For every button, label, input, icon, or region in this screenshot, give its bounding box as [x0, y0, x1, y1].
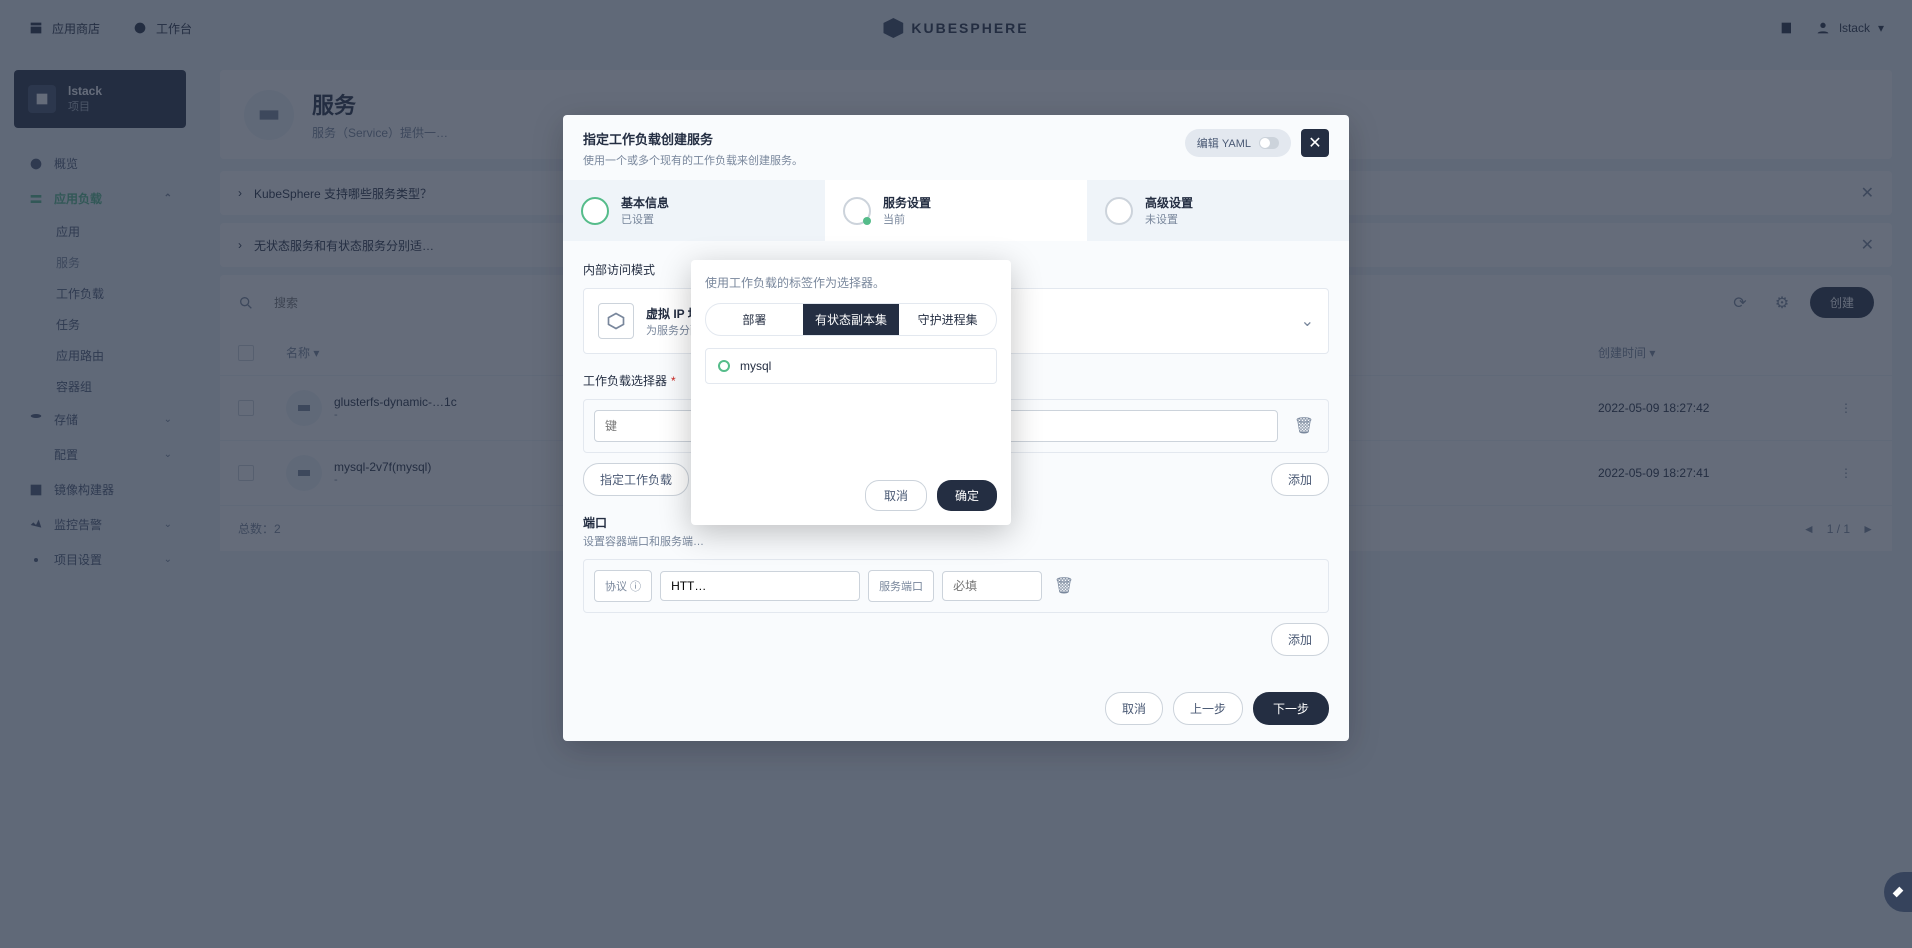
workload-type-tabs: 部署 有状态副本集 守护进程集 [705, 303, 997, 336]
tab-statefulset[interactable]: 有状态副本集 [803, 304, 900, 335]
yaml-toggle[interactable]: 编辑 YAML [1185, 129, 1291, 157]
hammer-icon [1890, 884, 1906, 900]
workload-item[interactable]: mysql [705, 348, 997, 384]
modal-title: 指定工作负载创建服务 [583, 129, 803, 148]
step-advanced[interactable]: 高级设置未设置 [1087, 180, 1349, 241]
step-icon [581, 197, 609, 225]
specify-workload-button[interactable]: 指定工作负载 [583, 463, 689, 496]
close-button[interactable]: ✕ [1301, 129, 1329, 157]
tab-daemonset[interactable]: 守护进程集 [899, 304, 996, 335]
service-port-input[interactable] [942, 571, 1042, 601]
step-icon [1105, 197, 1133, 225]
network-icon [598, 303, 634, 339]
prev-button[interactable]: 上一步 [1173, 692, 1243, 725]
workload-popover: 使用工作负载的标签作为选择器。 部署 有状态副本集 守护进程集 mysql 取消… [691, 260, 1011, 525]
wizard-steps: 基本信息已设置 服务设置当前 高级设置未设置 [563, 180, 1349, 241]
delete-icon[interactable]: 🗑 [1050, 572, 1078, 600]
popover-cancel-button[interactable]: 取消 [865, 480, 927, 511]
chevron-down-icon: ⌄ [1301, 311, 1314, 331]
protocol-label: 协议 ⓘ [594, 570, 652, 602]
port-row: 协议 ⓘ 服务端口 🗑 [583, 559, 1329, 613]
popover-hint: 使用工作负载的标签作为选择器。 [705, 274, 997, 291]
tab-deployment[interactable]: 部署 [706, 304, 803, 335]
modal-overlay: 指定工作负载创建服务 使用一个或多个现有的工作负载来创建服务。 编辑 YAML … [0, 0, 1912, 948]
step-basic[interactable]: 基本信息已设置 [563, 180, 825, 241]
modal-footer: 取消 上一步 下一步 [563, 676, 1349, 741]
port-desc: 设置容器端口和服务端… [583, 533, 1329, 549]
next-button[interactable]: 下一步 [1253, 692, 1329, 725]
modal-header: 指定工作负载创建服务 使用一个或多个现有的工作负载来创建服务。 编辑 YAML … [563, 115, 1349, 180]
toggle-icon [1259, 137, 1279, 149]
delete-icon[interactable]: 🗑 [1290, 412, 1318, 440]
add-port-button[interactable]: 添加 [1271, 623, 1329, 656]
popover-ok-button[interactable]: 确定 [937, 480, 997, 511]
add-selector-button[interactable]: 添加 [1271, 463, 1329, 496]
step-service[interactable]: 服务设置当前 [825, 180, 1087, 241]
popover-footer: 取消 确定 [705, 480, 997, 511]
modal-subtitle: 使用一个或多个现有的工作负载来创建服务。 [583, 152, 803, 168]
status-dot-icon [718, 360, 730, 372]
step-icon [843, 197, 871, 225]
cancel-button[interactable]: 取消 [1105, 692, 1163, 725]
workload-list: mysql [705, 348, 997, 468]
service-port-label: 服务端口 [868, 570, 934, 602]
protocol-input[interactable] [660, 571, 860, 601]
